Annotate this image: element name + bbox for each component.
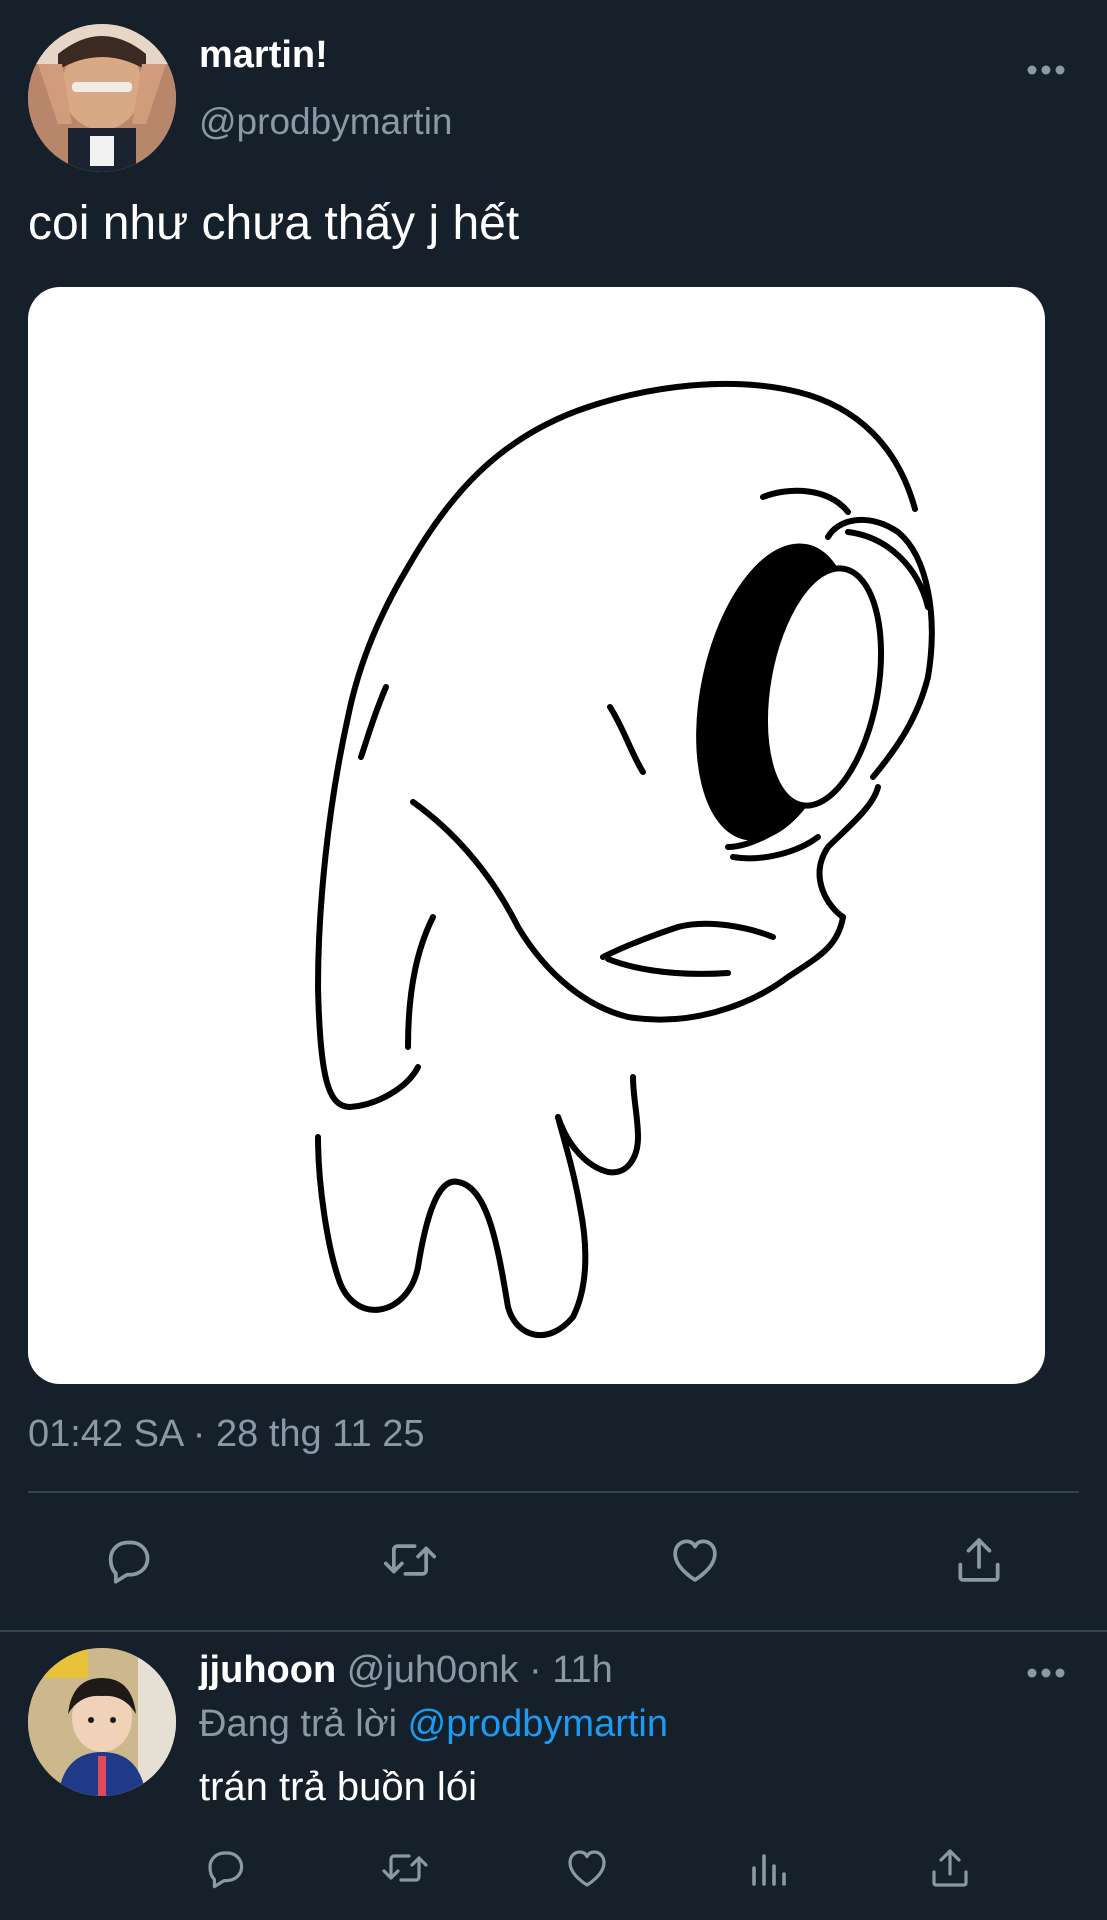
retweet-icon bbox=[383, 1544, 437, 1576]
analytics-icon bbox=[752, 1854, 786, 1886]
reply-icon bbox=[108, 1540, 150, 1584]
tweet-text: coi như chưa thấy j hết bbox=[28, 197, 520, 250]
more-options-button[interactable] bbox=[1022, 55, 1070, 85]
tweet-media-image[interactable] bbox=[28, 287, 1045, 1384]
heart-icon bbox=[568, 1850, 606, 1887]
reply-share-button[interactable] bbox=[912, 1830, 988, 1906]
retweet-button[interactable] bbox=[372, 1522, 448, 1598]
replying-to-prefix: Đang trả lời bbox=[199, 1703, 398, 1745]
heart-icon bbox=[673, 1539, 717, 1582]
reply-author-display-name[interactable]: jjuhoon bbox=[199, 1649, 336, 1691]
sad-cartoon-blob-image bbox=[315, 380, 935, 1338]
share-icon bbox=[958, 1538, 1000, 1582]
replying-to-line: Đang trả lời @prodbymartin bbox=[199, 1700, 668, 1748]
replying-to-mention[interactable]: @prodbymartin bbox=[408, 1703, 668, 1745]
reply-button[interactable] bbox=[89, 1522, 165, 1598]
more-horizontal-icon bbox=[1027, 65, 1065, 75]
share-button[interactable] bbox=[941, 1522, 1017, 1598]
reply-views-button[interactable] bbox=[730, 1830, 806, 1906]
reply-author-handle[interactable]: @juh0onk bbox=[347, 1649, 519, 1691]
tweet-timestamp[interactable]: 01:42 SA · 28 thg 11 25 bbox=[28, 1410, 425, 1458]
divider bbox=[28, 1491, 1079, 1493]
reply-like-button[interactable] bbox=[549, 1830, 625, 1906]
reply-icon bbox=[208, 1851, 244, 1889]
divider bbox=[0, 1630, 1107, 1632]
author-handle[interactable]: @prodbymartin bbox=[199, 99, 453, 145]
retweet-icon bbox=[382, 1854, 428, 1882]
reply-time[interactable]: · 11h bbox=[529, 1649, 613, 1691]
reply-more-options-button[interactable] bbox=[1022, 1658, 1070, 1688]
reply-header: jjuhoon @juh0onk · 11h bbox=[199, 1646, 613, 1694]
author-avatar[interactable] bbox=[28, 24, 176, 172]
author-display-name[interactable]: martin! bbox=[199, 32, 328, 78]
share-icon bbox=[932, 1849, 968, 1887]
like-button[interactable] bbox=[657, 1522, 733, 1598]
reply-text: trán trả buồn lói bbox=[199, 1765, 477, 1809]
reply-reply-button[interactable] bbox=[186, 1830, 262, 1906]
reply-author-avatar[interactable] bbox=[28, 1648, 176, 1796]
more-horizontal-icon bbox=[1027, 1668, 1065, 1678]
reply-retweet-button[interactable] bbox=[367, 1830, 443, 1906]
